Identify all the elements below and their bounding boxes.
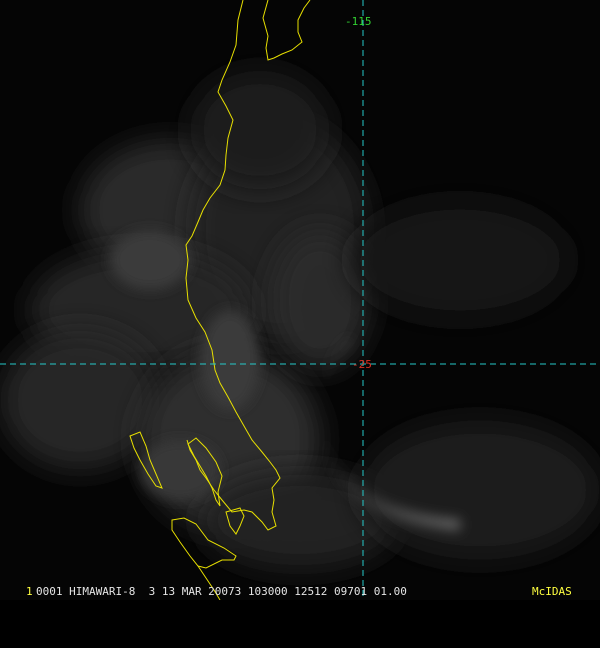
- mcidas-status-bar: 1 0001 HIMAWARI-8 3 13 MAR 20073 103000 …: [0, 584, 600, 600]
- longitude-label: -115: [345, 15, 372, 28]
- software-label: McIDAS: [532, 585, 572, 598]
- frame-number: 1: [26, 585, 33, 598]
- latitude-label: -25: [352, 358, 372, 371]
- satellite-map-view[interactable]: -115 -25: [0, 0, 600, 600]
- product-info-line: 0001 HIMAWARI-8 3 13 MAR 20073 103000 12…: [36, 585, 407, 598]
